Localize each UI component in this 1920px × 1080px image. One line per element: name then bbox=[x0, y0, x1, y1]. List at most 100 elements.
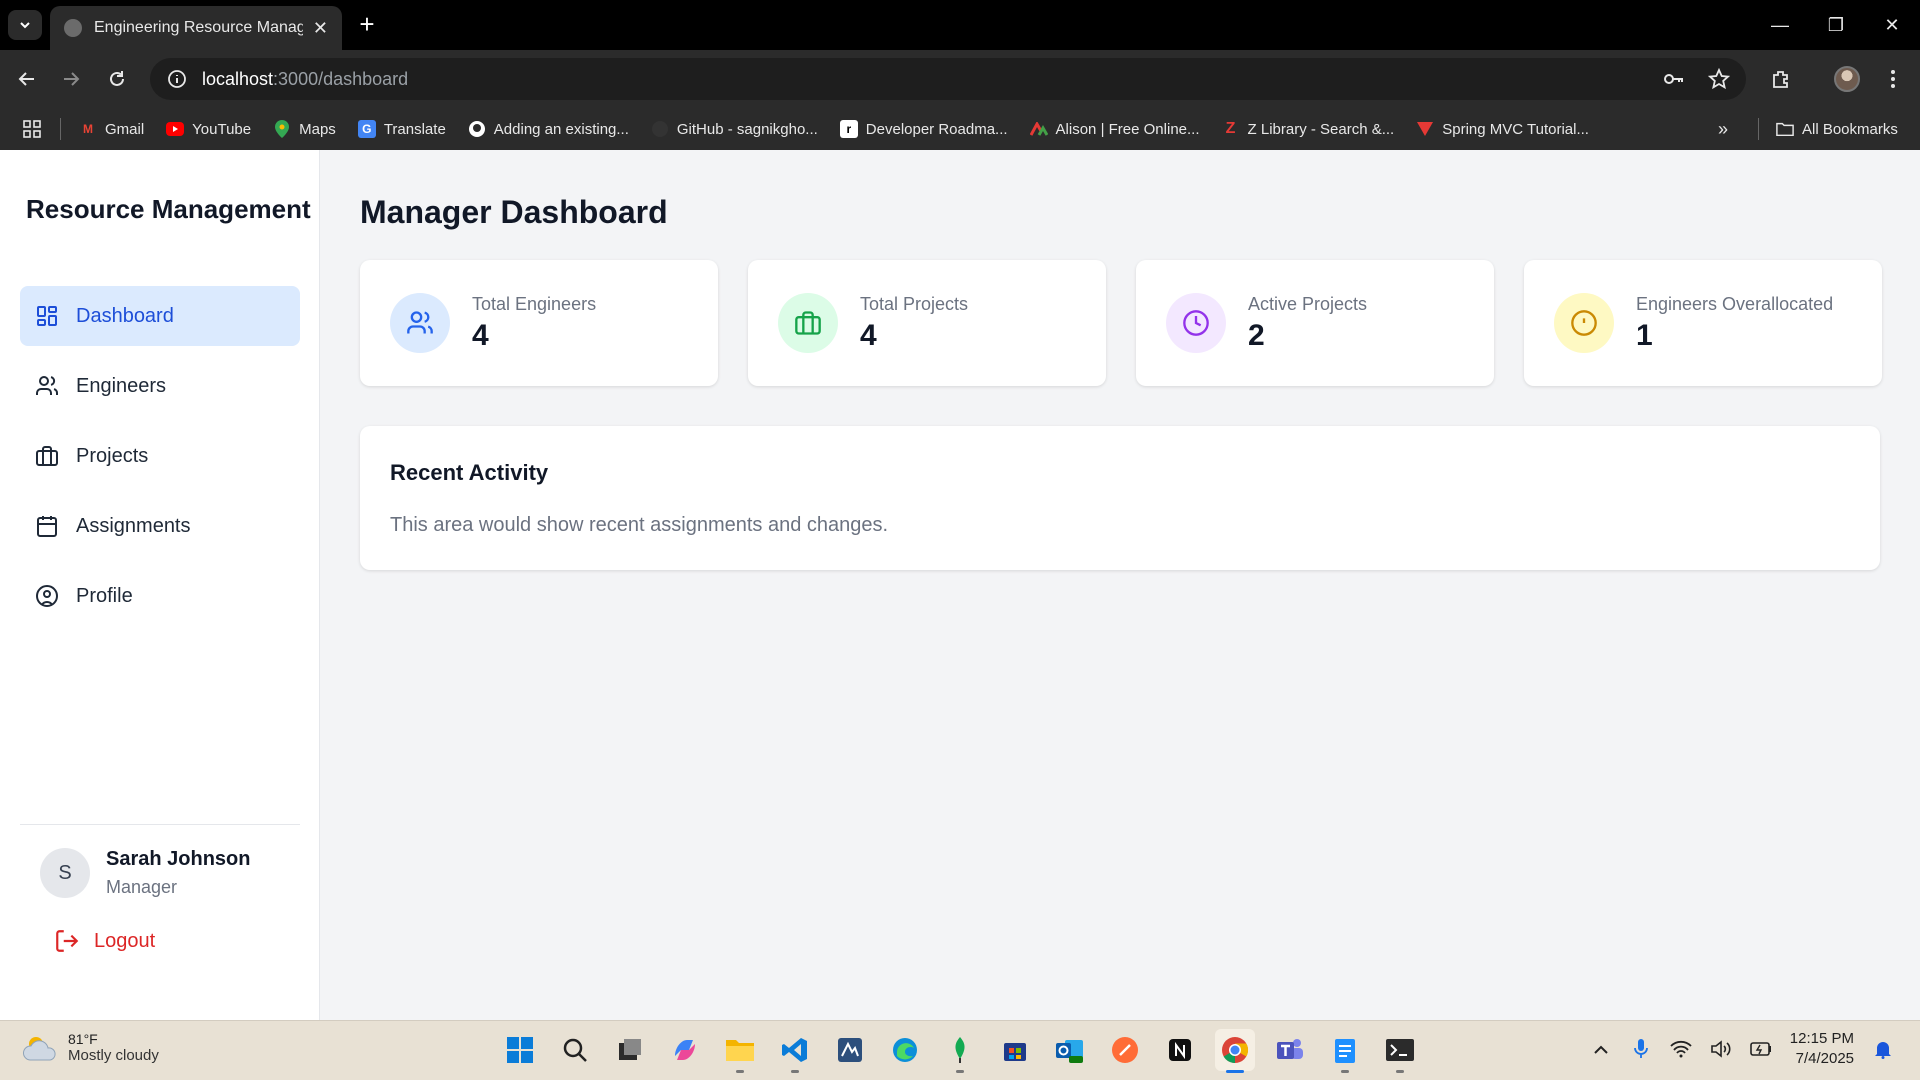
star-icon[interactable] bbox=[1708, 68, 1730, 90]
stats-cards: Total Engineers 4 Total Projects 4 Activ… bbox=[360, 260, 1882, 386]
back-icon[interactable] bbox=[12, 64, 42, 94]
sidebar-item-profile[interactable]: Profile bbox=[20, 566, 300, 626]
forward-icon[interactable] bbox=[56, 64, 86, 94]
extensions-icon[interactable] bbox=[1766, 64, 1796, 94]
user-name: Sarah Johnson bbox=[106, 848, 251, 870]
outlook-icon[interactable] bbox=[1050, 1029, 1090, 1071]
new-tab-button[interactable]: + bbox=[352, 10, 382, 40]
youtube-icon bbox=[166, 120, 185, 138]
teams-icon[interactable] bbox=[1270, 1029, 1310, 1071]
search-icon[interactable] bbox=[555, 1029, 595, 1071]
minimize-icon[interactable]: — bbox=[1752, 0, 1808, 50]
chevron-up-icon[interactable] bbox=[1590, 1038, 1612, 1060]
folder-icon bbox=[1776, 120, 1794, 138]
bookmark-zlibrary[interactable]: ZZ Library - Search &... bbox=[1222, 120, 1395, 138]
key-icon[interactable] bbox=[1662, 68, 1686, 90]
close-window-icon[interactable]: ✕ bbox=[1864, 0, 1920, 50]
bookmark-github-adding[interactable]: Adding an existing... bbox=[468, 120, 629, 138]
page-title: Manager Dashboard bbox=[360, 194, 668, 230]
bookmark-alison[interactable]: Alison | Free Online... bbox=[1029, 120, 1200, 138]
url-path: :3000/dashboard bbox=[273, 68, 409, 89]
spring-icon bbox=[1416, 120, 1434, 138]
cloudy-icon bbox=[23, 1036, 56, 1060]
stat-value: 2 bbox=[1248, 318, 1265, 352]
restore-icon[interactable]: ❐ bbox=[1808, 0, 1864, 50]
sidebar-item-label: Assignments bbox=[76, 514, 191, 537]
address-bar[interactable]: localhost :3000/dashboard bbox=[150, 58, 1746, 100]
task-view-icon[interactable] bbox=[610, 1029, 650, 1071]
recent-activity-panel: Recent Activity This area would show rec… bbox=[360, 426, 1880, 570]
browser-toolbar: localhost :3000/dashboard bbox=[0, 50, 1920, 108]
more-bookmarks-icon[interactable]: » bbox=[1718, 119, 1728, 140]
edge-icon[interactable] bbox=[885, 1029, 925, 1071]
user-circle-icon bbox=[34, 583, 60, 609]
bookmark-github-sagnik[interactable]: GitHub - sagnikgho... bbox=[651, 120, 818, 138]
globe-icon bbox=[64, 19, 82, 37]
vscode-icon[interactable] bbox=[775, 1029, 815, 1073]
logout-button[interactable]: Logout bbox=[54, 928, 155, 954]
chrome-icon[interactable] bbox=[1215, 1029, 1255, 1073]
stat-label: Total Projects bbox=[860, 293, 969, 314]
wifi-icon[interactable] bbox=[1670, 1038, 1692, 1060]
reload-icon[interactable] bbox=[102, 64, 132, 94]
stat-label: Total Engineers bbox=[472, 293, 597, 314]
notion-icon[interactable] bbox=[1160, 1029, 1200, 1071]
bookmark-youtube[interactable]: YouTube bbox=[166, 120, 251, 138]
sidebar-item-assignments[interactable]: Assignments bbox=[20, 496, 300, 556]
bookmark-spring-mvc[interactable]: Spring MVC Tutorial... bbox=[1416, 120, 1589, 138]
sidebar-item-label: Projects bbox=[76, 444, 149, 467]
apps-icon[interactable] bbox=[22, 119, 42, 139]
bookmark-developer-roadmap[interactable]: r Developer Roadma... bbox=[839, 120, 1008, 138]
maps-icon bbox=[273, 120, 291, 138]
clock-time: 12:15 PM bbox=[1789, 1030, 1854, 1047]
postman-icon[interactable] bbox=[1105, 1029, 1145, 1071]
volume-icon[interactable] bbox=[1710, 1038, 1732, 1060]
microphone-icon[interactable] bbox=[1630, 1038, 1652, 1060]
notepad-icon[interactable] bbox=[1325, 1029, 1365, 1073]
sidebar-item-label: Engineers bbox=[76, 374, 167, 397]
translate-icon: G bbox=[357, 120, 376, 138]
recent-activity-text: This area would show recent assignments … bbox=[390, 514, 889, 536]
system-clock[interactable]: 12:15 PM 7/4/2025 bbox=[1790, 1029, 1854, 1069]
tab-search-button[interactable] bbox=[8, 10, 42, 40]
all-bookmarks-button[interactable]: All Bookmarks bbox=[1776, 120, 1898, 138]
terminal-icon[interactable] bbox=[1380, 1029, 1420, 1073]
weather-widget[interactable]: 81°F Mostly cloudy bbox=[22, 1031, 159, 1064]
recent-activity-title: Recent Activity bbox=[390, 460, 549, 485]
sidebar-item-engineers[interactable]: Engineers bbox=[20, 356, 300, 416]
microsoft-store-icon[interactable] bbox=[995, 1029, 1035, 1071]
windows-start-icon[interactable] bbox=[500, 1029, 540, 1071]
menu-icon[interactable] bbox=[1878, 64, 1908, 94]
system-tray: 12:15 PM 7/4/2025 bbox=[1590, 1029, 1894, 1069]
close-icon[interactable]: ✕ bbox=[313, 18, 328, 39]
alert-icon bbox=[1554, 293, 1614, 353]
url-host: localhost bbox=[202, 68, 274, 89]
sidebar-item-dashboard[interactable]: Dashboard bbox=[20, 286, 300, 346]
profile-avatar-icon[interactable] bbox=[1832, 64, 1862, 94]
sts-ide-icon[interactable] bbox=[830, 1029, 870, 1071]
browser-tab-bar: Engineering Resource Managem ✕ + — ❐ ✕ bbox=[0, 0, 1920, 50]
mongodb-icon[interactable] bbox=[940, 1029, 980, 1073]
stat-card-total-engineers: Total Engineers 4 bbox=[360, 260, 718, 386]
notification-bell-icon[interactable] bbox=[1872, 1038, 1894, 1060]
users-icon bbox=[390, 293, 450, 353]
sidebar-item-projects[interactable]: Projects bbox=[20, 426, 300, 486]
stat-card-total-projects: Total Projects 4 bbox=[748, 260, 1106, 386]
stat-label: Engineers Overallocated bbox=[1636, 293, 1834, 314]
user-role: Manager bbox=[106, 877, 178, 897]
weather-desc: Mostly cloudy bbox=[68, 1047, 159, 1064]
github-icon bbox=[651, 120, 669, 138]
stat-card-engineers-overallocated: Engineers Overallocated 1 bbox=[1524, 260, 1882, 386]
bookmark-translate[interactable]: G Translate bbox=[357, 120, 446, 138]
weather-temp: 81°F bbox=[68, 1031, 98, 1047]
browser-tab-active[interactable]: Engineering Resource Managem ✕ bbox=[50, 6, 342, 50]
sidebar-item-label: Profile bbox=[76, 584, 133, 607]
file-explorer-icon[interactable] bbox=[720, 1029, 760, 1073]
stat-label: Active Projects bbox=[1248, 293, 1368, 314]
battery-icon[interactable] bbox=[1749, 1038, 1772, 1060]
copilot-icon[interactable] bbox=[665, 1029, 705, 1071]
bookmark-gmail[interactable]: M Gmail bbox=[79, 120, 144, 138]
info-icon[interactable] bbox=[166, 68, 188, 90]
bookmark-maps[interactable]: Maps bbox=[273, 120, 336, 138]
sidebar-item-label: Dashboard bbox=[76, 304, 174, 327]
